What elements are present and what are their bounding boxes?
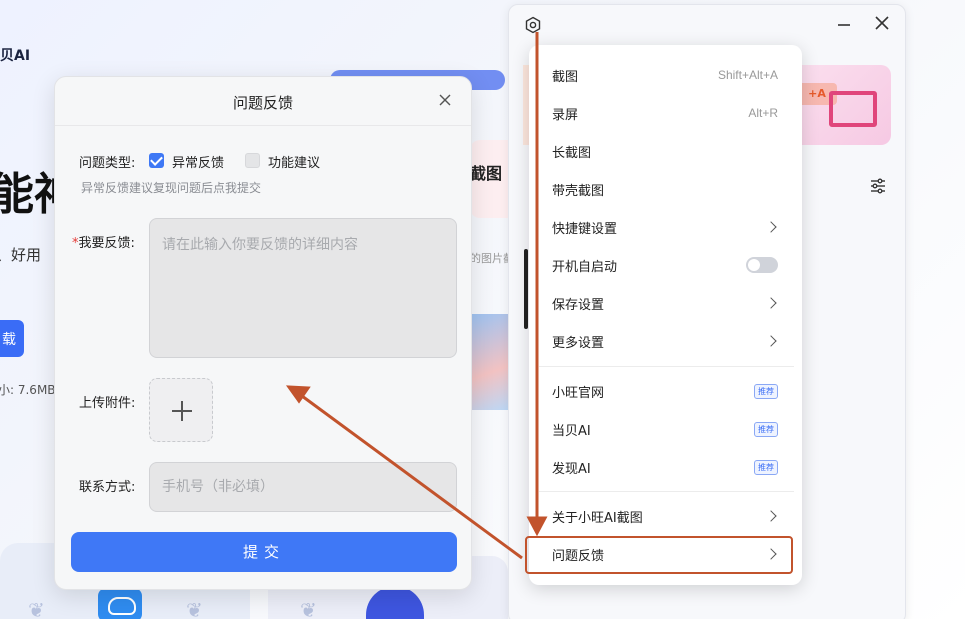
bg-file-size: 小: 7.6MB [0, 383, 56, 397]
chevron-right-icon [766, 297, 778, 309]
bg-feature-card: 截图 [470, 140, 510, 218]
annotation-highlight-box [525, 536, 793, 574]
autostart-toggle[interactable] [746, 257, 778, 273]
menu-item-label: 开机自启动 [552, 259, 618, 275]
contact-input[interactable]: 手机号（非必填） [149, 462, 457, 512]
bg-brand-logo: 贝AI [0, 48, 31, 64]
menu-item-label: 小旺官网 [552, 385, 605, 401]
cloud-icon [98, 588, 142, 619]
chevron-right-icon [766, 335, 778, 347]
menu-item-discover-ai[interactable]: 发现AI 推荐 [529, 448, 802, 486]
dialog-header: 问题反馈 [55, 77, 471, 126]
recommend-badge: 推荐 [754, 459, 778, 475]
menu-item-dangbei-ai[interactable]: 当贝AI 推荐 [529, 410, 802, 448]
menu-item-label: 录屏 [552, 107, 579, 123]
menu-item-long-screenshot[interactable]: 长截图 [529, 132, 802, 170]
bg-feature-image [470, 314, 508, 410]
menu-item-screenshot[interactable]: 截图 Shift+Alt+A [529, 56, 802, 94]
menu-item-label: 更多设置 [552, 335, 605, 351]
menu-item-label: 截图 [552, 69, 579, 85]
menu-item-more-settings[interactable]: 更多设置 [529, 322, 802, 360]
laurel-icon: ❦ [28, 598, 45, 619]
menu-item-autostart[interactable]: 开机自启动 [529, 246, 802, 284]
menu-item-label: 快捷键设置 [552, 221, 618, 237]
contact-label: 联系方式: [79, 480, 136, 495]
settings-gear-icon[interactable] [524, 16, 542, 34]
feedback-dialog: 问题反馈 问题类型: 异常反馈 功能建议 异常反馈建议复现问题后点我提交 *我要… [54, 76, 472, 590]
image-frame-icon [829, 91, 877, 127]
menu-item-about[interactable]: 关于小旺AI截图 [529, 497, 802, 535]
chevron-right-icon [766, 221, 778, 233]
recommend-badge: 推荐 [754, 421, 778, 437]
close-icon[interactable] [436, 91, 454, 109]
close-icon[interactable] [873, 14, 891, 32]
bug-report-checkbox[interactable] [149, 153, 164, 168]
contact-placeholder: 手机号（非必填） [162, 479, 274, 495]
type-label: 问题类型: [79, 156, 136, 171]
menu-item-frame-screenshot[interactable]: 带壳截图 [529, 170, 802, 208]
menu-divider [539, 366, 794, 367]
menu-item-label: 带壳截图 [552, 183, 605, 199]
menu-item-record[interactable]: 录屏 Alt+R [529, 94, 802, 132]
app-promo-banner[interactable]: +A [789, 65, 891, 145]
menu-item-label: 保存设置 [552, 297, 605, 313]
feedback-placeholder: 请在此输入你要反馈的详细内容 [162, 237, 358, 253]
filter-settings-icon[interactable] [869, 177, 887, 195]
menu-item-label: 长截图 [552, 145, 592, 161]
menu-item-label: 当贝AI [552, 423, 591, 439]
submit-button[interactable]: 提交 [71, 532, 457, 572]
menu-divider [539, 491, 794, 492]
upload-label: 上传附件: [79, 396, 136, 411]
feedback-label: *我要反馈: [72, 232, 135, 251]
feedback-hint: 异常反馈建议复现问题后点我提交 [81, 181, 262, 195]
menu-item-label: 发现AI [552, 461, 591, 477]
dialog-title: 问题反馈 [232, 94, 293, 112]
menu-item-save-settings[interactable]: 保存设置 [529, 284, 802, 322]
bg-feature-card-title: 截图 [470, 164, 503, 183]
upload-attachment-button[interactable] [149, 378, 213, 442]
chevron-right-icon [766, 510, 778, 522]
minimize-icon[interactable] [835, 16, 853, 34]
bg-hero-subtitle: 、好用 [0, 246, 42, 264]
laurel-icon: ❦ [186, 598, 203, 619]
bg-download-button[interactable]: 载 [0, 320, 24, 357]
laurel-icon: ❦ [300, 598, 317, 619]
settings-menu: 截图 Shift+Alt+A 录屏 Alt+R 长截图 带壳截图 快捷键设置 开… [529, 45, 802, 585]
bug-report-label[interactable]: 异常反馈 [172, 152, 224, 171]
menu-item-label: 关于小旺AI截图 [552, 510, 643, 526]
menu-item-shortcut: Alt+R [748, 106, 778, 120]
menu-item-official-site[interactable]: 小旺官网 推荐 [529, 372, 802, 410]
menu-item-hotkey-settings[interactable]: 快捷键设置 [529, 208, 802, 246]
menu-item-shortcut: Shift+Alt+A [717, 68, 778, 82]
recommend-badge: 推荐 [754, 383, 778, 399]
suggestion-checkbox[interactable] [245, 153, 260, 168]
feedback-label-text: 我要反馈: [78, 236, 135, 251]
app-list-edge [524, 249, 528, 329]
feedback-textarea[interactable]: 请在此输入你要反馈的详细内容 [149, 218, 457, 358]
suggestion-label[interactable]: 功能建议 [268, 152, 320, 171]
